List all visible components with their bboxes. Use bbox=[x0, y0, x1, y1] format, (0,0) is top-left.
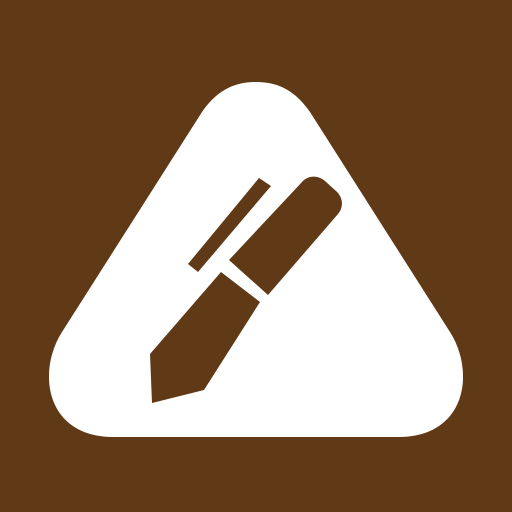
pen-in-rounded-triangle-icon bbox=[0, 0, 512, 512]
app-icon bbox=[0, 0, 512, 512]
